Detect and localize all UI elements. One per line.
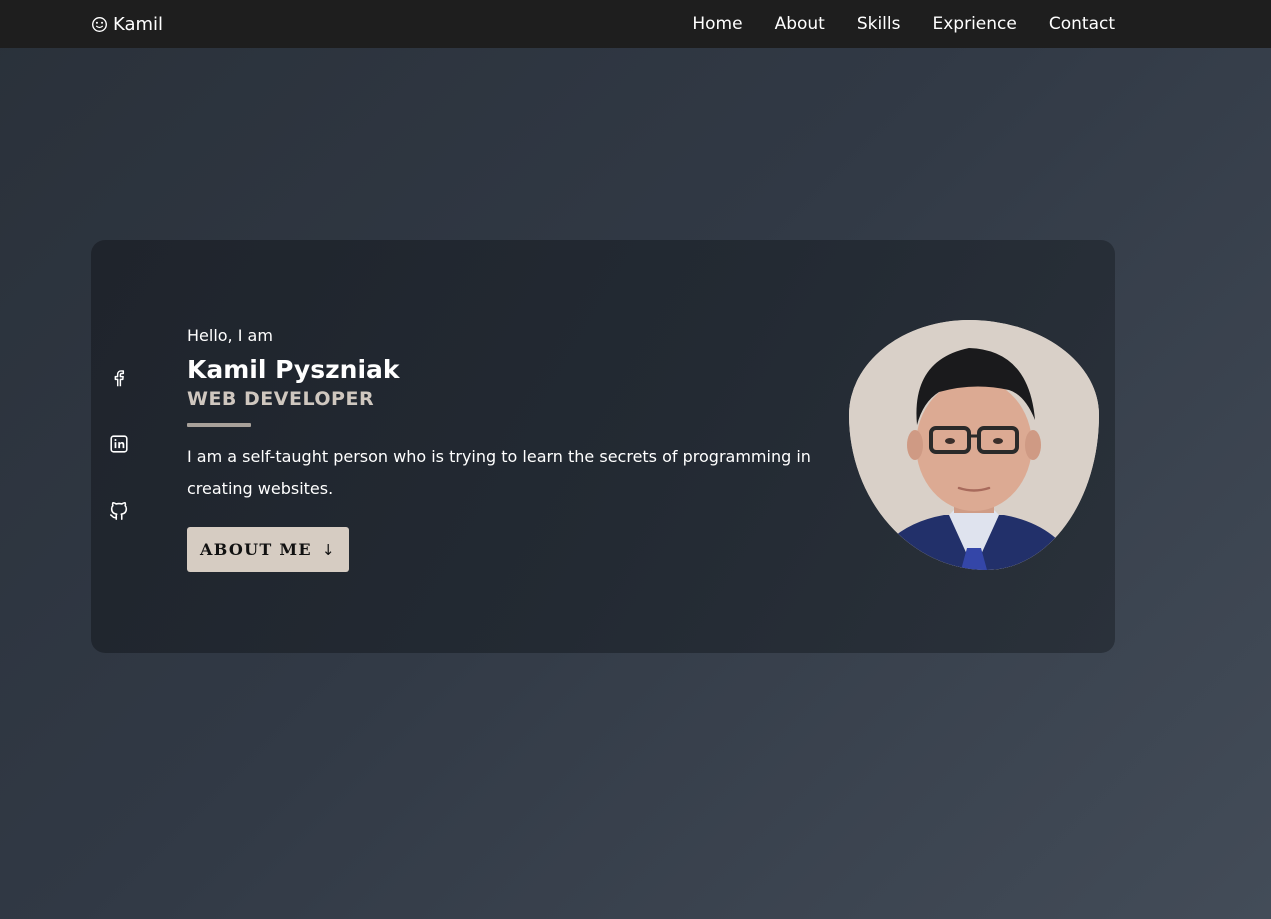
role-underline (187, 423, 251, 427)
nav-links: Home About Skills Exprience Contact (692, 13, 1115, 35)
nav-contact[interactable]: Contact (1049, 14, 1115, 34)
linkedin-icon (110, 435, 128, 453)
nav-experience[interactable]: Exprience (933, 14, 1017, 34)
greeting: Hello, I am (187, 326, 273, 345)
facebook-link[interactable] (107, 366, 131, 390)
hero-name: Kamil Pyszniak (187, 355, 400, 384)
smiley-icon (92, 16, 107, 32)
intro: Hello, I am Kamil Pyszniak WEB DEVELOPER… (187, 326, 827, 572)
arrow-down-icon: ↓ (321, 540, 336, 559)
nav-about[interactable]: About (775, 14, 825, 34)
profile-photo (849, 320, 1099, 570)
nav-skills[interactable]: Skills (857, 14, 901, 34)
hero-card: Hello, I am Kamil Pyszniak WEB DEVELOPER… (91, 240, 1115, 653)
social-links (107, 366, 131, 522)
facebook-icon (114, 370, 125, 387)
hero-bio: I am a self-taught person who is trying … (187, 447, 811, 498)
linkedin-link[interactable] (107, 432, 131, 456)
portrait-image (849, 320, 1099, 570)
brand-name: Kamil (113, 13, 164, 35)
about-me-button[interactable]: ABOUT ME ↓ (187, 527, 349, 572)
about-me-label: ABOUT ME (200, 540, 312, 559)
github-icon (109, 501, 128, 520)
github-link[interactable] (107, 498, 131, 522)
brand-link[interactable]: Kamil (91, 13, 163, 35)
nav-home[interactable]: Home (692, 14, 742, 34)
navbar: Kamil Home About Skills Exprience Contac… (0, 0, 1271, 48)
hero-role: WEB DEVELOPER (187, 388, 375, 410)
